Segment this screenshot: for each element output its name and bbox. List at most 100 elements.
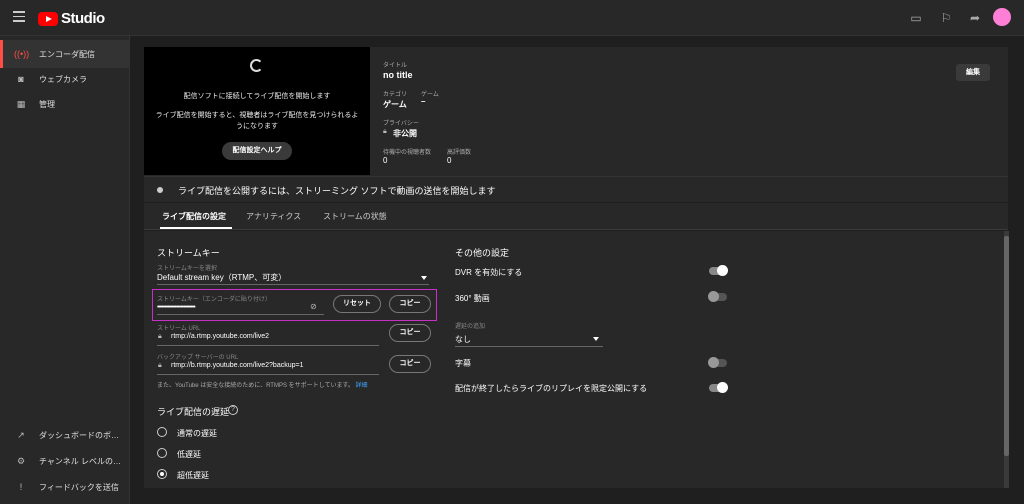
unlisted-replay-toggle[interactable]	[709, 382, 728, 393]
360-video-toggle[interactable]	[708, 291, 727, 302]
backup-url-label: バックアップ サーバーの URL	[157, 355, 239, 361]
captions-label: 字幕	[455, 359, 471, 368]
likes-value: 0	[447, 156, 452, 165]
tab-stream-health[interactable]: ストリームの状態	[323, 211, 387, 222]
latency-low-radio[interactable]	[157, 448, 167, 458]
stream-key-section-title: ストリームキー	[157, 248, 220, 258]
chevron-down-icon[interactable]	[593, 337, 599, 341]
sidebar-item-label: チャンネル レベルの…	[39, 456, 121, 466]
stream-preview: 配信ソフトに接続してライブ配信を開始します ライブ配信を開始すると、視聴者はライ…	[144, 47, 370, 175]
copy-key-button[interactable]: コピー	[389, 295, 431, 313]
stream-url-field[interactable]: rtmp://a.rtmp.youtube.com/live2	[171, 333, 269, 340]
help-icon[interactable]: ?	[228, 405, 238, 415]
sidebar-item-dashboard[interactable]: ↗ ダッシュボードのボ…	[0, 421, 130, 449]
feedback-icon: !	[19, 482, 23, 492]
youtube-logo-icon	[38, 11, 58, 26]
copy-url-button[interactable]: コピー	[389, 324, 431, 342]
stream-key-select[interactable]: Default stream key（RTMP、可変）	[157, 272, 286, 283]
calendar-icon: ▦	[16, 98, 26, 109]
sidebar-item-label: 管理	[39, 99, 55, 109]
loading-spinner-icon	[250, 59, 263, 72]
sidebar-item-label: ダッシュボードのボ…	[39, 430, 119, 440]
latency-ultra-low-radio[interactable]	[157, 469, 167, 479]
game-value: –	[421, 97, 426, 106]
likes-label: 高評価数	[447, 150, 472, 156]
stream-key-select-label: ストリームキーを選択	[157, 266, 217, 272]
chevron-down-icon[interactable]	[421, 276, 427, 280]
privacy-value: 非公開	[393, 129, 417, 138]
title-value: no title	[383, 70, 413, 80]
url-underline	[157, 345, 379, 346]
backup-underline	[157, 374, 379, 375]
sidebar-item-channel-settings[interactable]: ⚙ チャンネル レベルの…	[0, 447, 130, 475]
sidebar-item-feedback[interactable]: ! フィードバックを送信	[0, 473, 130, 501]
unlisted-replay-label: 配信が終了したらライブのリプレイを限定公開にする	[455, 384, 648, 393]
share-icon[interactable]: ➦	[968, 11, 982, 25]
visibility-off-icon[interactable]: ⊘	[310, 302, 317, 311]
key-underline	[157, 314, 324, 315]
dvr-label: DVR を有効にする	[455, 268, 523, 277]
reset-button[interactable]: リセット	[333, 295, 381, 313]
title-label: タイトル	[383, 63, 408, 69]
latency-title: ライブ配信の遅延	[157, 407, 230, 417]
logo-text: Studio	[61, 10, 105, 27]
latency-low-label: 低遅延	[177, 450, 201, 459]
latency-ultra-low-label: 超低遅延	[177, 471, 209, 480]
preview-submessage: ライブ配信を開始すると、視聴者はライブ配信を見つけられるようになります	[155, 112, 359, 130]
dvr-toggle[interactable]	[709, 265, 728, 276]
learn-more-link[interactable]: 詳細	[356, 383, 368, 389]
settings-panel	[144, 231, 1008, 488]
copy-backup-button[interactable]: コピー	[389, 355, 431, 373]
latency-normal-radio[interactable]	[157, 427, 167, 437]
bookmark-icon[interactable]: ⚐	[939, 11, 953, 25]
sidebar: ((•)) エンコーダ配信 ◙ ウェブカメラ ▦ 管理 ↗ ダッシュボードのボ……	[0, 36, 130, 504]
backup-url-field[interactable]: rtmp://b.rtmp.youtube.com/live2?backup=1	[171, 362, 303, 369]
edit-button[interactable]: 編集	[956, 64, 990, 81]
chat-window-icon[interactable]: ▭	[909, 11, 923, 25]
waiting-viewers-label: 待機中の視聴者数	[383, 150, 432, 156]
status-dot-icon	[157, 187, 163, 193]
stream-key-field[interactable]: ••••••••••••••••••••••••••	[157, 304, 196, 311]
tab-bar: ライブ配信の設定 アナリティクス ストリームの状態	[144, 203, 1008, 230]
captions-toggle[interactable]	[708, 357, 727, 368]
camera-icon: ◙	[18, 74, 24, 84]
add-delay-label: 遅延の追加	[455, 324, 486, 330]
stream-url-label: ストリーム URL	[157, 326, 201, 332]
studio-logo[interactable]: Studio	[38, 10, 105, 27]
status-text: ライブ配信を公開するには、ストリーミング ソフトで動画の送信を開始します	[178, 186, 496, 196]
preview-message: 配信ソフトに接続してライブ配信を開始します	[183, 93, 331, 100]
add-delay-select[interactable]: なし	[455, 334, 471, 345]
sidebar-item-webcam[interactable]: ◙ ウェブカメラ	[0, 65, 130, 93]
lock-icon: 🔒︎	[158, 362, 162, 369]
stream-key-label: ストリームキー（エンコーダに貼り付け）	[157, 297, 271, 303]
tab-analytics[interactable]: アナリティクス	[246, 211, 301, 222]
select-underline	[157, 284, 429, 285]
stream-setup-help-button[interactable]: 配信設定ヘルプ	[222, 142, 292, 160]
latency-normal-label: 通常の遅延	[177, 429, 217, 438]
delay-underline	[455, 346, 603, 347]
lock-icon: 🔒︎	[158, 333, 162, 340]
scrollbar-thumb[interactable]	[1004, 236, 1009, 456]
360-video-label: 360° 動画	[455, 294, 490, 303]
sidebar-item-encoder[interactable]: ((•)) エンコーダ配信	[0, 40, 130, 68]
waiting-viewers-value: 0	[383, 156, 388, 165]
category-label: カテゴリ	[383, 92, 408, 98]
sidebar-item-manage[interactable]: ▦ 管理	[0, 90, 130, 118]
broadcast-icon: ((•))	[14, 49, 30, 59]
sidebar-item-label: フィードバックを送信	[39, 482, 119, 492]
status-banner: ライブ配信を公開するには、ストリーミング ソフトで動画の送信を開始します	[144, 176, 1008, 202]
rtmps-note-text: また、YouTube は安全な接続のために、RTMPS をサポートしています。	[157, 383, 354, 389]
tab-stream-settings[interactable]: ライブ配信の設定	[162, 211, 226, 222]
avatar[interactable]	[993, 8, 1011, 26]
gear-icon: ⚙	[16, 455, 26, 466]
sidebar-item-label: ウェブカメラ	[39, 74, 87, 84]
other-settings-title: その他の設定	[455, 248, 510, 258]
lock-icon: 🔒︎	[383, 128, 387, 135]
top-bar: Studio ▭ ⚐ ➦	[0, 0, 1024, 36]
category-value: ゲーム	[383, 100, 407, 109]
external-link-icon: ↗	[17, 429, 25, 440]
privacy-label: プライバシー	[383, 121, 419, 127]
rtmps-note: また、YouTube は安全な接続のために、RTMPS をサポートしています。 …	[157, 380, 368, 389]
sidebar-item-label: エンコーダ配信	[39, 49, 95, 59]
menu-icon[interactable]	[13, 11, 25, 23]
